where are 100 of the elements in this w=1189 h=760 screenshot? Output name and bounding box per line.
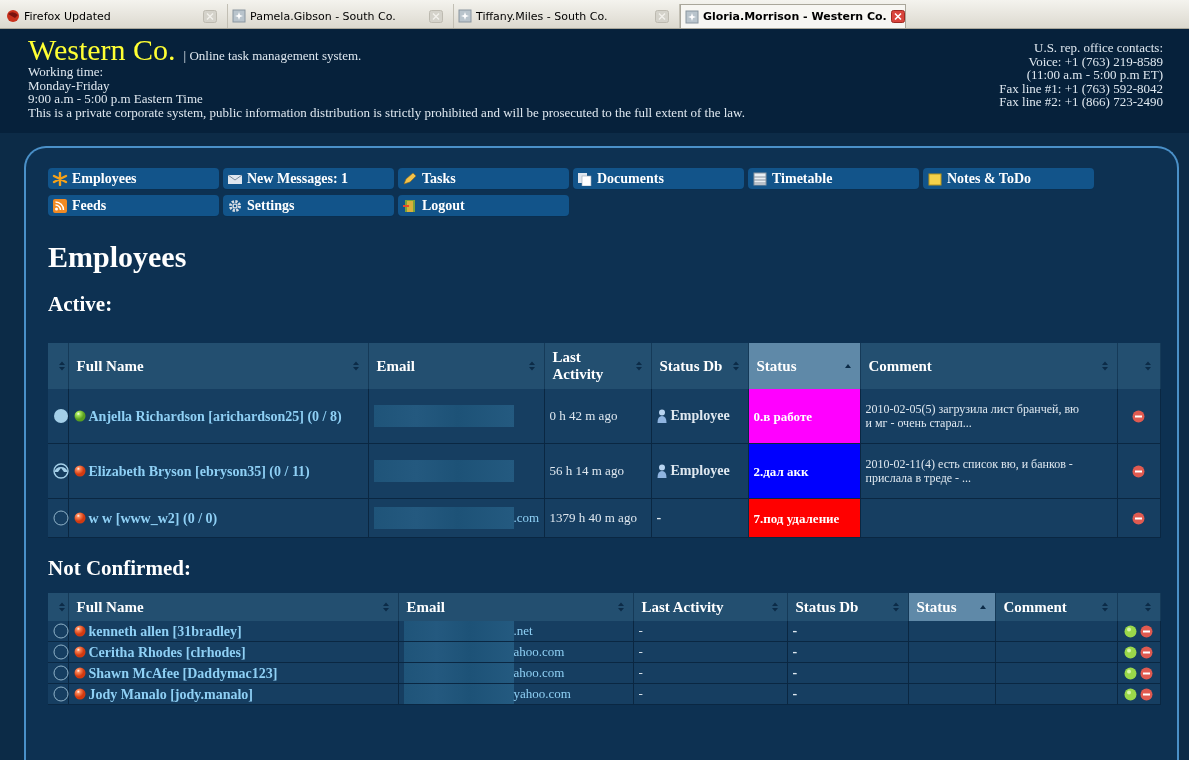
- column-label: Email: [376, 357, 415, 375]
- employee-name-link[interactable]: w w [www_w2] (0 / 0): [88, 509, 218, 527]
- presence-indicator[interactable]: [53, 510, 69, 526]
- column-label: Full Name: [76, 357, 144, 375]
- site-icon: [458, 9, 472, 23]
- delete-icon[interactable]: [1140, 666, 1153, 680]
- last-activity: 56 h 14 m ago: [549, 463, 624, 478]
- email-text: .net: [513, 623, 533, 639]
- nav-button[interactable]: New Messages: 1: [223, 168, 394, 189]
- nav-button[interactable]: Timetable: [748, 168, 919, 189]
- email-text: yahoo.com: [513, 686, 571, 702]
- column-header[interactable]: Full Name: [68, 343, 368, 389]
- presence-indicator[interactable]: [53, 644, 69, 660]
- sort-icon: [1143, 601, 1152, 613]
- column-label: Full Name: [76, 598, 144, 616]
- approve-icon[interactable]: [1124, 666, 1137, 680]
- nav-button[interactable]: Logout: [398, 195, 569, 216]
- column-header[interactable]: Last Activity: [633, 593, 787, 621]
- last-activity: -: [638, 623, 643, 638]
- browser-tab[interactable]: Pamela.Gibson - South Co.: [228, 4, 454, 28]
- status-db-text: Employee: [670, 463, 730, 479]
- column-label: Status Db: [659, 357, 723, 375]
- column-label: Last Activity: [552, 349, 605, 383]
- documents-icon: [577, 171, 593, 186]
- status-db-text: -: [792, 665, 798, 681]
- presence-indicator[interactable]: [53, 408, 69, 424]
- nav-button[interactable]: Tasks: [398, 168, 569, 189]
- status-label: 2.дал акк: [748, 443, 860, 499]
- column-header[interactable]: Comment: [860, 343, 1117, 389]
- comment-text: 2010-02-05(5) загрузила лист бранчей, вю и мг - очень старал...: [865, 402, 1081, 430]
- page-title: Employees: [48, 240, 188, 274]
- exit-door-icon: [402, 198, 418, 213]
- status-db-text: -: [792, 644, 798, 660]
- delete-icon[interactable]: [1140, 624, 1153, 638]
- site-icon: [232, 9, 246, 23]
- nav-button[interactable]: Notes & ToDo: [923, 168, 1094, 189]
- nav-button[interactable]: Employees: [48, 168, 219, 189]
- column-header[interactable]: Last Activity: [544, 343, 651, 389]
- close-icon[interactable]: [890, 10, 905, 23]
- sort-icon: [58, 601, 66, 613]
- sort-icon: [527, 360, 536, 372]
- column-label: Comment: [1003, 598, 1067, 616]
- site-logo: Western Co.: [28, 35, 176, 65]
- column-header[interactable]: Status: [748, 343, 860, 389]
- column-header[interactable]: Comment: [995, 593, 1117, 621]
- nav-button[interactable]: Feeds: [48, 195, 219, 216]
- browser-tab[interactable]: Gloria.Morrison - Western Co.: [680, 4, 906, 28]
- sort-icon: [770, 601, 779, 613]
- column-label: Last Activity: [641, 598, 724, 616]
- note-icon: [927, 171, 943, 186]
- delete-icon[interactable]: [1140, 645, 1153, 659]
- presence-indicator[interactable]: [53, 623, 69, 639]
- last-activity: -: [638, 644, 643, 659]
- last-activity: 1379 h 40 m ago: [549, 510, 637, 525]
- info-text: 9:00 a.m - 5:00 p.m Eastern Time: [28, 92, 204, 106]
- section-title: Not Confirmed:: [48, 556, 192, 581]
- feed-icon: [52, 198, 68, 213]
- sort-icon: [616, 601, 625, 613]
- nav-button[interactable]: Documents: [573, 168, 744, 189]
- column-label: Status: [756, 357, 797, 375]
- column-header[interactable]: Full Name: [68, 593, 398, 621]
- presence-indicator[interactable]: [53, 463, 69, 479]
- delete-icon[interactable]: [1132, 464, 1145, 478]
- delete-icon[interactable]: [1140, 687, 1153, 701]
- presence-indicator[interactable]: [53, 686, 69, 702]
- column-label: Comment: [868, 357, 932, 375]
- contact-text: Fax line #2: +1 (866) 723-2490: [999, 95, 1163, 109]
- pencil-icon: [402, 171, 418, 186]
- info-text: Working time:: [28, 65, 105, 79]
- sort-icon: [381, 601, 390, 613]
- tagline: | Online task management system.: [183, 48, 362, 64]
- column-header[interactable]: Status Db: [651, 343, 748, 389]
- presence-indicator[interactable]: [53, 665, 69, 681]
- delete-icon[interactable]: [1132, 511, 1145, 525]
- approve-icon[interactable]: [1124, 624, 1137, 638]
- column-header[interactable]: Email: [398, 593, 633, 621]
- status-db-text: -: [792, 686, 798, 702]
- browser-tab[interactable]: Firefox Updated: [2, 4, 228, 28]
- delete-icon[interactable]: [1132, 409, 1145, 423]
- column-header[interactable]: Status Db: [787, 593, 908, 621]
- last-activity: 0 h 42 m ago: [549, 408, 618, 423]
- nav-button[interactable]: Settings: [223, 195, 394, 216]
- info-text: Monday-Friday: [28, 78, 111, 92]
- sort-icon: [1100, 360, 1109, 372]
- status-db-text: Employee: [670, 408, 730, 424]
- settings-icon: [227, 198, 243, 213]
- contact-text: U.S. rep. office contacts:: [1033, 41, 1163, 55]
- section-title: Active:: [48, 292, 114, 317]
- column-label: Email: [406, 598, 445, 616]
- column-label: Status Db: [795, 598, 859, 616]
- contact-text: (11:00 a.m - 5:00 p.m ET): [1025, 68, 1163, 82]
- column-label: Status: [916, 598, 957, 616]
- column-header[interactable]: Email: [368, 343, 544, 389]
- approve-icon[interactable]: [1124, 687, 1137, 701]
- site-icon: [685, 9, 699, 24]
- sort-icon: [731, 360, 740, 372]
- approve-icon[interactable]: [1124, 645, 1137, 659]
- column-header[interactable]: Status: [908, 593, 995, 621]
- calendar-icon: [752, 171, 768, 186]
- browser-tab[interactable]: Tiffany.Miles - South Co.: [454, 4, 680, 28]
